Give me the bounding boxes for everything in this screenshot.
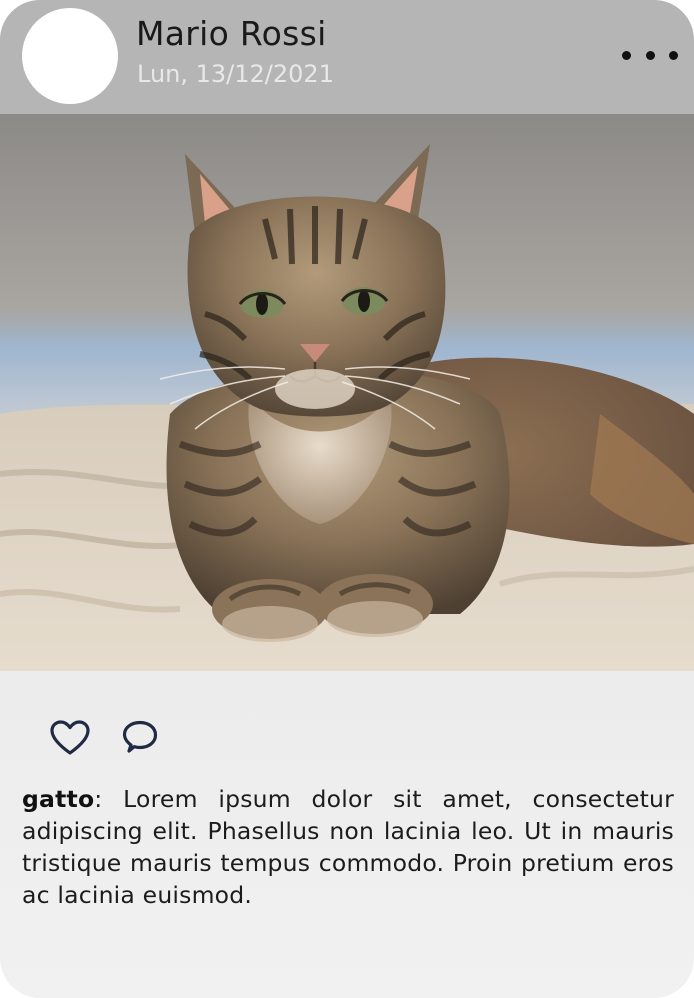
caption-text: Lorem ipsum dolor sit amet, consectetur … (22, 785, 674, 909)
comment-bubble-icon (122, 720, 158, 753)
author-name[interactable]: Mario Rossi (136, 14, 327, 53)
post-card: Mario Rossi Lun, 13/12/2021 gatto: Lorem… (0, 0, 694, 998)
post-actions (48, 716, 162, 760)
post-header: Mario Rossi Lun, 13/12/2021 (0, 0, 694, 114)
more-dots-icon (645, 50, 655, 60)
post-photo[interactable] (0, 114, 694, 671)
post-date: Lun, 13/12/2021 (137, 60, 334, 88)
post-caption: gatto: Lorem ipsum dolor sit amet, conse… (22, 783, 674, 911)
caption-username[interactable]: gatto (22, 785, 94, 813)
comment-button[interactable] (118, 716, 162, 760)
more-options-button[interactable] (622, 44, 678, 66)
heart-icon (50, 720, 90, 755)
more-dots-icon (669, 50, 678, 60)
like-button[interactable] (48, 716, 92, 760)
cat-photo-illustration (0, 114, 694, 671)
avatar[interactable] (22, 8, 118, 104)
more-dots-icon (622, 50, 631, 60)
